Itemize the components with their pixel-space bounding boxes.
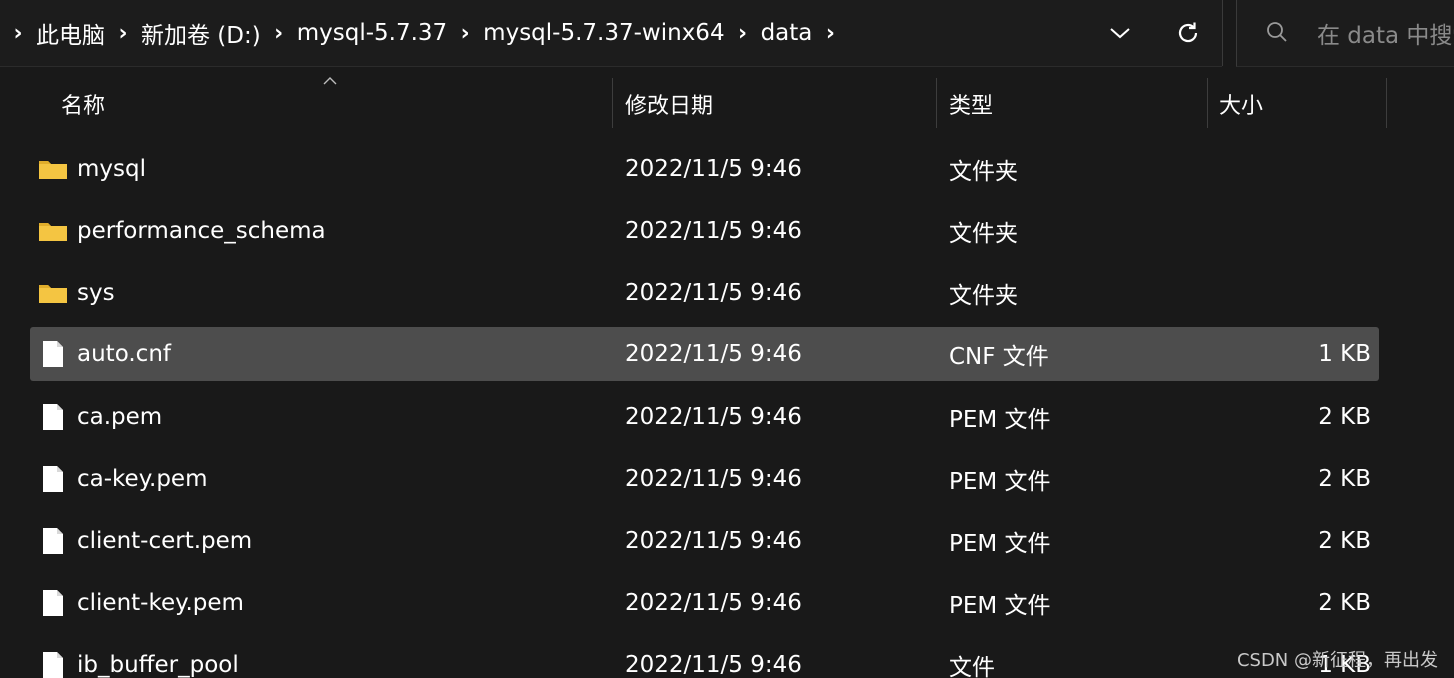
- file-name[interactable]: mysql: [77, 142, 146, 196]
- watermark: CSDN @新征程，再出发: [1236, 650, 1438, 671]
- file-list-row[interactable]: ib_buffer_pool 2022/11/5 9:46 文件 1 KB: [30, 638, 1379, 678]
- file-name[interactable]: client-key.pem: [77, 576, 244, 630]
- file-list-row[interactable]: ca-key.pem 2022/11/5 9:46 PEM 文件 2 KB: [30, 452, 1379, 506]
- file-list-row[interactable]: client-key.pem 2022/11/5 9:46 PEM 文件 2 K…: [30, 576, 1379, 630]
- file-date: 2022/11/5 9:46: [625, 528, 802, 554]
- file-icon: [38, 526, 68, 556]
- folder-icon: [38, 216, 68, 246]
- folder-icon: [38, 278, 68, 308]
- file-name[interactable]: ib_buffer_pool: [77, 638, 239, 678]
- file-icon: [38, 588, 68, 618]
- file-name[interactable]: ca.pem: [77, 390, 162, 444]
- breadcrumb-item-mysql-winx64[interactable]: mysql-5.7.37-winx64: [483, 20, 724, 46]
- column-header-type[interactable]: 类型: [949, 80, 993, 128]
- search-box[interactable]: 在 data 中搜索: [1236, 0, 1454, 67]
- address-bar[interactable]: › 此电脑 › 新加卷 (D:) › mysql-5.7.37 › mysql-…: [0, 0, 1222, 67]
- file-date: 2022/11/5 9:46: [625, 218, 802, 244]
- file-type: PEM 文件: [949, 469, 1051, 495]
- file-list-row-selected[interactable]: auto.cnf 2022/11/5 9:46 CNF 文件 1 KB: [30, 327, 1379, 381]
- file-explorer-window: › 此电脑 › 新加卷 (D:) › mysql-5.7.37 › mysql-…: [0, 0, 1454, 678]
- file-size: 2 KB: [1318, 528, 1371, 554]
- breadcrumb-item-mysql[interactable]: mysql-5.7.37: [297, 20, 447, 46]
- file-name[interactable]: client-cert.pem: [77, 514, 252, 568]
- file-type: 文件: [949, 655, 995, 678]
- folder-icon: [38, 154, 68, 184]
- refresh-button[interactable]: [1168, 13, 1208, 53]
- file-date: 2022/11/5 9:46: [625, 341, 802, 367]
- file-date: 2022/11/5 9:46: [625, 404, 802, 430]
- column-divider[interactable]: [612, 78, 613, 128]
- breadcrumb-chevron-icon[interactable]: ›: [812, 21, 848, 46]
- file-type: PEM 文件: [949, 531, 1051, 557]
- file-list-row[interactable]: mysql 2022/11/5 9:46 文件夹: [30, 142, 1379, 196]
- file-type: 文件夹: [949, 283, 1018, 309]
- column-header-size[interactable]: 大小: [1219, 80, 1263, 128]
- search-icon: [1267, 22, 1287, 42]
- file-list-row[interactable]: ca.pem 2022/11/5 9:46 PEM 文件 2 KB: [30, 390, 1379, 444]
- file-date: 2022/11/5 9:46: [625, 466, 802, 492]
- breadcrumb: › 此电脑 › 新加卷 (D:) › mysql-5.7.37 › mysql-…: [0, 0, 848, 66]
- column-divider[interactable]: [1386, 78, 1387, 128]
- file-name[interactable]: performance_schema: [77, 204, 326, 258]
- breadcrumb-chevron-icon[interactable]: ›: [261, 21, 297, 46]
- file-name[interactable]: ca-key.pem: [77, 452, 208, 506]
- file-date: 2022/11/5 9:46: [625, 156, 802, 182]
- search-input[interactable]: 在 data 中搜索: [1317, 16, 1454, 50]
- breadcrumb-item-data[interactable]: data: [761, 20, 813, 46]
- file-size: 2 KB: [1318, 466, 1371, 492]
- recent-locations-button[interactable]: [1100, 13, 1140, 53]
- breadcrumb-item-this-pc[interactable]: 此电脑: [36, 16, 105, 50]
- file-size: 2 KB: [1318, 590, 1371, 616]
- chevron-down-icon: [1110, 28, 1130, 39]
- file-list-row[interactable]: performance_schema 2022/11/5 9:46 文件夹: [30, 204, 1379, 258]
- column-divider[interactable]: [936, 78, 937, 128]
- file-size: 1 KB: [1318, 341, 1371, 367]
- file-list-row[interactable]: sys 2022/11/5 9:46 文件夹: [30, 266, 1379, 320]
- column-header-name[interactable]: 名称: [61, 80, 105, 128]
- file-icon: [38, 650, 68, 678]
- file-name[interactable]: auto.cnf: [77, 327, 171, 381]
- refresh-icon: [1178, 22, 1198, 43]
- file-icon: [38, 464, 68, 494]
- file-type: 文件夹: [949, 221, 1018, 247]
- file-type: CNF 文件: [949, 344, 1049, 370]
- file-list-row[interactable]: client-cert.pem 2022/11/5 9:46 PEM 文件 2 …: [30, 514, 1379, 568]
- file-date: 2022/11/5 9:46: [625, 280, 802, 306]
- breadcrumb-chevron-icon[interactable]: ›: [725, 21, 761, 46]
- toolbar-divider: [1222, 0, 1223, 66]
- breadcrumb-root-chevron-icon[interactable]: ›: [0, 21, 36, 46]
- file-size: 2 KB: [1318, 404, 1371, 430]
- file-name[interactable]: sys: [77, 266, 115, 320]
- file-type: PEM 文件: [949, 407, 1051, 433]
- sort-ascending-icon: [323, 77, 337, 85]
- column-header-date[interactable]: 修改日期: [625, 80, 713, 128]
- file-type: 文件夹: [949, 159, 1018, 185]
- file-type: PEM 文件: [949, 593, 1051, 619]
- file-date: 2022/11/5 9:46: [625, 590, 802, 616]
- breadcrumb-item-drive-d[interactable]: 新加卷 (D:): [141, 16, 261, 50]
- breadcrumb-chevron-icon[interactable]: ›: [447, 21, 483, 46]
- column-divider[interactable]: [1207, 78, 1208, 128]
- file-date: 2022/11/5 9:46: [625, 652, 802, 678]
- file-icon: [38, 339, 68, 369]
- file-icon: [38, 402, 68, 432]
- breadcrumb-chevron-icon[interactable]: ›: [105, 21, 141, 46]
